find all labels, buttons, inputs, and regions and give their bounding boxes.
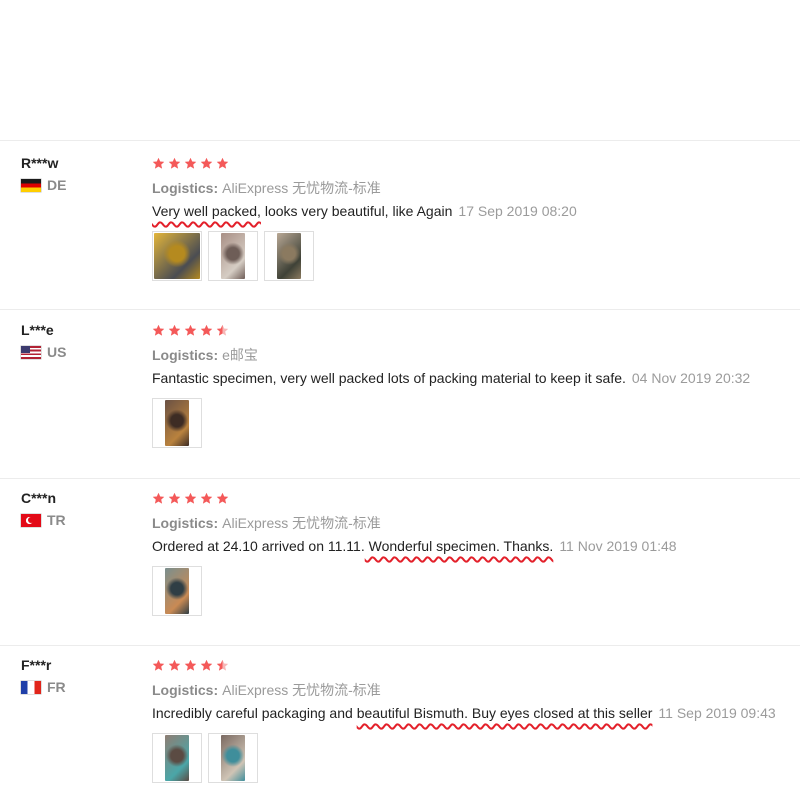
feedback-highlight: Wonderful specimen. Thanks. — [364, 538, 554, 554]
review-photo-thumbnail[interactable] — [152, 566, 202, 616]
star-icon — [152, 492, 165, 504]
feedback-segment: Incredibly careful packaging and — [152, 705, 357, 721]
review-photo-thumbnail[interactable] — [208, 733, 258, 783]
reviewer-name: L***e — [21, 322, 54, 338]
review-date: 11 Nov 2019 01:48 — [559, 538, 677, 554]
review-photo-thumbnail[interactable] — [264, 231, 314, 281]
photo-icon — [221, 735, 245, 781]
logistics-info: Logistics: e邮宝 — [152, 345, 258, 365]
reviewer-country: TR — [21, 512, 66, 528]
photo-icon — [165, 735, 189, 781]
country-flag-icon — [21, 680, 41, 694]
flag-canton — [21, 345, 30, 353]
logistics-info: Logistics: AliExpress 无忧物流-标准 — [152, 680, 381, 700]
logistics-value: e邮宝 — [222, 347, 258, 363]
feedback-text: Fantastic specimen, very well packed lot… — [152, 370, 750, 386]
star-icon — [168, 157, 181, 169]
star-icon — [200, 659, 213, 671]
logistics-label: Logistics: — [152, 347, 219, 363]
feedback-segment: Ordered at 24.10 arrived on 11.11. — [152, 538, 365, 554]
country-code: US — [47, 344, 67, 360]
star-icon — [200, 324, 213, 336]
reviewer-country: DE — [21, 177, 66, 193]
star-icon — [184, 492, 197, 504]
logistics-info: Logistics: AliExpress 无忧物流-标准 — [152, 178, 381, 198]
star-icon — [200, 157, 213, 169]
star-icon — [152, 157, 165, 169]
feedback-segment: Fantastic specimen, very well packed lot… — [152, 370, 626, 386]
star-icon — [184, 659, 197, 671]
star-rating — [152, 157, 232, 171]
logistics-label: Logistics: — [152, 515, 219, 531]
feedback-text: Very well packed, looks very beautiful, … — [152, 203, 577, 219]
feedback-text: Ordered at 24.10 arrived on 11.11. Wonde… — [152, 538, 677, 554]
review-photos — [152, 398, 208, 448]
reviewer-country: US — [21, 344, 66, 360]
photo-icon — [221, 233, 245, 279]
country-code: DE — [47, 177, 67, 193]
country-flag-icon — [21, 345, 41, 359]
reviewer-name: R***w — [21, 155, 59, 171]
feedback-highlight: Very well packed, — [152, 203, 261, 219]
reviewer-name: C***n — [21, 490, 57, 506]
review-photo-thumbnail[interactable] — [152, 398, 202, 448]
logistics-value: AliExpress 无忧物流-标准 — [222, 180, 381, 196]
country-flag-icon — [21, 513, 41, 527]
feedback-text: Incredibly careful packaging and beautif… — [152, 705, 776, 721]
review-date: 17 Sep 2019 08:20 — [458, 203, 577, 219]
photo-icon — [165, 400, 189, 446]
review-photo-thumbnail[interactable] — [208, 231, 258, 281]
star-icon — [216, 157, 229, 169]
country-code: TR — [47, 512, 66, 528]
reviewer-name: F***r — [21, 657, 52, 673]
feedback-highlight: beautiful Bismuth. Buy eyes closed at th… — [356, 705, 653, 721]
review-date: 04 Nov 2019 20:32 — [631, 370, 751, 386]
review-item: C***n TR Logistics: AliExpress 无忧物流-标准 Or… — [0, 490, 800, 646]
logistics-value: AliExpress 无忧物流-标准 — [222, 515, 381, 531]
review-photos — [152, 566, 208, 616]
country-code: FR — [47, 679, 66, 695]
review-date: 11 Sep 2019 09:43 — [658, 705, 776, 721]
star-icon — [168, 659, 181, 671]
star-icon — [216, 492, 229, 504]
feedback-segment: looks very beautiful, like Again — [260, 203, 453, 219]
star-icon — [216, 324, 229, 336]
star-icon — [184, 157, 197, 169]
review-photo-thumbnail[interactable] — [152, 733, 202, 783]
star-icon — [168, 492, 181, 504]
star-rating — [152, 492, 232, 506]
logistics-label: Logistics: — [152, 180, 219, 196]
star-icon — [152, 659, 165, 671]
review-item: L***e US Logistics: e邮宝 Fantastic specime… — [0, 322, 800, 479]
review-photo-thumbnail[interactable] — [152, 231, 202, 281]
star-icon — [216, 659, 229, 671]
star-rating — [152, 324, 232, 338]
reviewer-country: FR — [21, 679, 66, 695]
star-icon — [168, 324, 181, 336]
country-flag-icon — [21, 178, 41, 192]
star-rating — [152, 659, 232, 673]
photo-icon — [154, 233, 200, 279]
logistics-label: Logistics: — [152, 682, 219, 698]
review-item: R***w DE Logistics: AliExpress 无忧物流-标准 Ve… — [0, 155, 800, 310]
review-item: F***r FR Logistics: AliExpress 无忧物流-标准 In… — [0, 657, 800, 807]
star-icon — [152, 324, 165, 336]
logistics-value: AliExpress 无忧物流-标准 — [222, 682, 381, 698]
logistics-info: Logistics: AliExpress 无忧物流-标准 — [152, 513, 381, 533]
photo-icon — [277, 233, 301, 279]
photo-icon — [165, 568, 189, 614]
star-icon — [200, 492, 213, 504]
review-photos — [152, 231, 320, 281]
star-icon — [184, 324, 197, 336]
crescent-cut — [28, 517, 34, 523]
review-item: G***y RU Logistics:AliExpress Standard S… — [0, 0, 800, 141]
review-photos — [152, 733, 264, 783]
